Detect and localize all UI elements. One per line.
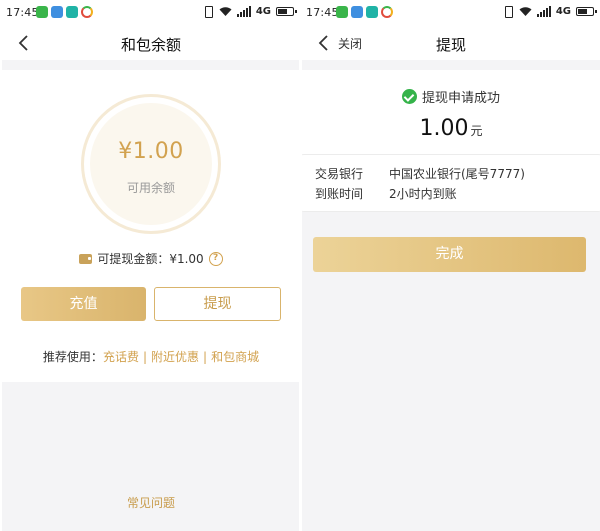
status-text: 提现申请成功: [421, 91, 500, 106]
amount-value: 1.00: [419, 116, 469, 141]
status-bar: 17:45 4G: [302, 0, 600, 26]
message-icon: [351, 6, 363, 18]
nav-bar: 关闭 提现: [302, 26, 600, 60]
help-icon[interactable]: ?: [208, 251, 223, 266]
system-icons: 4G: [202, 5, 297, 18]
balance-screen: 17:45 4G 和包余额 ¥1.00 可用余额 可提现金额：¥1.00 ? 充…: [2, 0, 300, 531]
withdrawable-amount: 可提现金额：¥1.00 ?: [2, 250, 300, 267]
balance-label: 可用余额: [126, 181, 175, 195]
system-icons: 4G: [502, 5, 597, 18]
recommend-label: 推荐使用：: [42, 350, 103, 364]
wallet-icon: [79, 253, 93, 264]
detail-key: 到账时间: [315, 187, 364, 201]
separator: |: [142, 350, 147, 364]
success-status: 提现申请成功: [302, 87, 600, 106]
status-time: 17:45: [306, 6, 339, 19]
page-title: 和包余额: [120, 36, 181, 54]
balance-card: ¥1.00 可用余额 可提现金额：¥1.00 ? 充值 提现 推荐使用：充话费 |…: [2, 70, 300, 382]
signal-icon: [236, 5, 251, 17]
withdrawable-text: 可提现金额：¥1.00: [97, 252, 204, 266]
amount-unit: 元: [470, 124, 483, 138]
link-hebao-mall[interactable]: 和包商城: [211, 350, 259, 364]
done-button[interactable]: 完成: [313, 237, 586, 272]
battery-icon: [576, 6, 597, 16]
status-time: 17:45: [6, 6, 39, 19]
app-icon: [366, 6, 378, 18]
detail-row: 到账时间 2小时内到账: [315, 185, 457, 202]
recharge-button[interactable]: 充值: [21, 287, 146, 321]
wifi-icon: [219, 6, 232, 16]
battery-icon: [276, 6, 297, 16]
link-nearby-deals[interactable]: 附近优惠: [151, 350, 199, 364]
balance-circle: ¥1.00 可用余额: [81, 94, 221, 234]
balance-amount: ¥1.00: [118, 139, 184, 164]
chrome-icon: [381, 6, 393, 18]
vibrate-icon: [502, 5, 514, 18]
network-type: 4G: [555, 5, 571, 17]
detail-key: 交易银行: [315, 167, 364, 181]
detail-row: 交易银行 中国农业银行(尾号7777): [315, 165, 525, 182]
nav-bar: 和包余额: [2, 26, 300, 60]
recommend-bar: 推荐使用：充话费 | 附近优惠 | 和包商城: [2, 348, 300, 365]
chrome-icon: [81, 6, 93, 18]
withdraw-amount: 1.00 元: [302, 116, 600, 141]
wechat-icon: [336, 6, 348, 18]
detail-value: 2小时内到账: [389, 187, 457, 201]
signal-icon: [536, 5, 551, 17]
withdraw-result-screen: 17:45 4G 关闭 提现 提现申请成功 1.00 元 交易银行 中国农业银行…: [302, 0, 600, 531]
wifi-icon: [519, 6, 532, 16]
wechat-icon: [36, 6, 48, 18]
withdraw-button[interactable]: 提现: [154, 287, 281, 321]
check-circle-icon: [401, 89, 417, 104]
message-icon: [51, 6, 63, 18]
separator: |: [203, 350, 208, 364]
app-icon: [66, 6, 78, 18]
vibrate-icon: [202, 5, 214, 18]
detail-box: 交易银行 中国农业银行(尾号7777) 到账时间 2小时内到账: [302, 154, 600, 212]
status-bar: 17:45 4G: [2, 0, 300, 26]
network-type: 4G: [255, 5, 271, 17]
result-card: 提现申请成功 1.00 元 交易银行 中国农业银行(尾号7777) 到账时间 2小时内…: [302, 70, 600, 212]
link-recharge-phone[interactable]: 充话费: [103, 350, 139, 364]
notification-icons: [336, 6, 393, 18]
detail-value: 中国农业银行(尾号7777): [389, 167, 525, 181]
page-title: 提现: [435, 36, 466, 54]
notification-icons: [36, 6, 93, 18]
faq-link[interactable]: 常见问题: [2, 494, 300, 511]
